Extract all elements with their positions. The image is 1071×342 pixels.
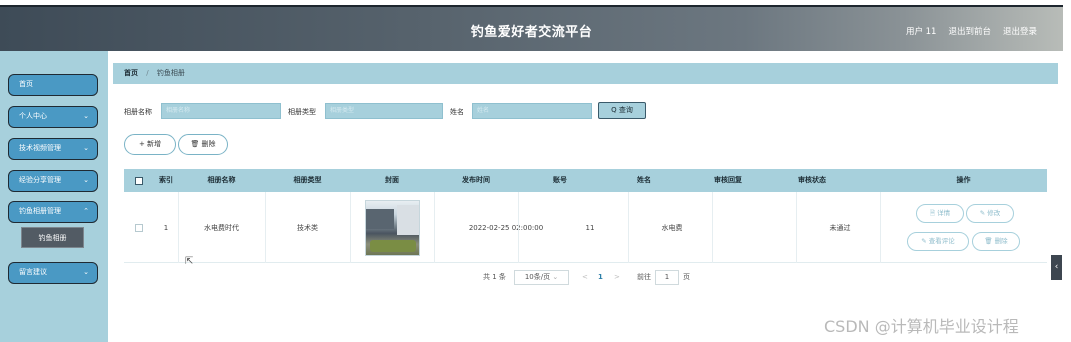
delete-button[interactable]: 🗑 删除 [178, 134, 228, 155]
sidebar-item-label: 经验分享管理 [19, 176, 61, 184]
add-button[interactable]: + 新增 [124, 134, 176, 155]
sidebar-subitem-album[interactable]: 钓鱼相册 [21, 227, 84, 248]
detail-button[interactable]: 🗎 详情 [916, 204, 964, 223]
edit-button[interactable]: ✎ 修改 [966, 204, 1014, 223]
breadcrumb-current: 钓鱼相册 [156, 69, 185, 77]
cell-publish-time: 2022-02-25 02:00:00 [468, 223, 544, 232]
pagination-total: 共 1 条 [483, 273, 506, 281]
cell-album-name: 水电费时代 [204, 223, 239, 232]
checkbox-box [135, 176, 143, 185]
table-header: 索引 相册名称 相册类型 封面 发布时间 账号 姓名 审核回复 审核状态 操作 [124, 169, 1047, 192]
column-divider [265, 192, 266, 263]
prev-page-button[interactable]: < [582, 270, 588, 285]
col-operations: 操作 [956, 176, 971, 184]
sidebar-item-label: 钓鱼相册管理 [19, 207, 61, 215]
sidebar-item-label: 留言建议 [19, 268, 47, 276]
watermark: CSDN @计算机毕业设计程 [824, 317, 1019, 336]
chevron-up-icon: ⌃ [83, 207, 89, 215]
album-type-input[interactable]: 相册类型 [325, 103, 443, 119]
breadcrumb-separator: / [146, 69, 149, 77]
col-cover: 封面 [385, 176, 399, 184]
cell-index: 1 [163, 223, 169, 232]
album-name-label: 相册名称 [124, 108, 152, 116]
goto-page-input[interactable]: 1 [655, 270, 679, 285]
col-album-type: 相册类型 [293, 176, 322, 184]
col-album-name: 相册名称 [207, 176, 236, 184]
chevron-down-icon: ⌄ [83, 144, 89, 152]
sidebar-item-experience[interactable]: 经验分享管理 ⌄ [8, 170, 98, 192]
sidebar: 首页 个人中心 ⌄ 技术视频管理 ⌄ 经验分享管理 ⌄ 钓鱼相册管理 ⌃ 留言建… [0, 51, 108, 342]
column-divider [518, 192, 519, 263]
cell-account: 11 [585, 223, 595, 232]
checkbox-box [135, 223, 143, 232]
page-size-select[interactable]: 10条/页 ⌄ [514, 270, 569, 285]
cell-review-reply [714, 192, 798, 263]
column-divider [628, 192, 629, 263]
row-delete-button[interactable]: 🗑 删除 [972, 232, 1020, 251]
chevron-down-icon: ⌄ [83, 112, 89, 120]
goto-label: 前往 [637, 273, 651, 281]
column-divider [712, 192, 713, 263]
search-bar: 相册名称 相册名称 相册类型 相册类型 姓名 姓名 Q 查询 [124, 102, 724, 119]
top-header: 钓鱼爱好者交流平台 用户 11 退出到前台 退出登录 [0, 5, 1063, 51]
sidebar-item-label: 个人中心 [19, 112, 47, 120]
goto-page-unit: 页 [683, 273, 690, 281]
mouse-cursor-icon: ⇱ [185, 256, 194, 267]
breadcrumb-home[interactable]: 首页 [124, 69, 138, 77]
sidebar-item-feedback[interactable]: 留言建议 ⌄ [8, 262, 98, 284]
cover-image[interactable] [364, 199, 420, 256]
column-divider [350, 192, 351, 263]
column-divider [796, 192, 797, 263]
album-name-input[interactable]: 相册名称 [161, 103, 281, 119]
logout-link[interactable]: 退出登录 [1003, 25, 1037, 37]
col-review-reply: 审核回复 [714, 176, 742, 184]
chevron-down-icon: ⌄ [552, 273, 559, 281]
column-divider [880, 192, 881, 263]
page-number-current[interactable]: 1 [598, 270, 603, 285]
person-name-input[interactable]: 姓名 [472, 103, 592, 119]
cell-review-status: 未通过 [829, 223, 851, 232]
col-index: 索引 [159, 176, 173, 184]
table-row: 1 水电费时代 技术类 2022-02-25 02:00:00 11 水电费 未… [124, 192, 1047, 263]
row-checkbox[interactable] [124, 192, 154, 263]
select-all-checkbox[interactable] [124, 169, 154, 192]
cell-album-type: 技术类 [297, 223, 318, 232]
sidebar-item-label: 技术视频管理 [19, 144, 61, 152]
col-review-status: 审核状态 [798, 176, 826, 184]
cover-building-light [396, 204, 419, 235]
breadcrumb: 首页 / 钓鱼相册 [113, 63, 1058, 84]
next-page-button[interactable]: > [614, 270, 620, 285]
sidebar-item-profile[interactable]: 个人中心 ⌄ [8, 106, 98, 128]
app-window: 钓鱼爱好者交流平台 用户 11 退出到前台 退出登录 首页 个人中心 ⌄ 技术视… [0, 0, 1071, 342]
header-user-links: 用户 11 退出到前台 退出登录 [906, 25, 1037, 37]
column-divider [178, 192, 179, 263]
sidebar-item-label: 首页 [19, 80, 33, 88]
col-account: 账号 [553, 176, 567, 184]
query-button[interactable]: Q 查询 [598, 102, 646, 119]
site-title: 钓鱼爱好者交流平台 [470, 25, 593, 40]
user-name[interactable]: 用户 11 [906, 25, 937, 37]
sidebar-item-tech-video[interactable]: 技术视频管理 ⌄ [8, 138, 98, 160]
chevron-down-icon: ⌄ [83, 176, 89, 184]
album-type-label: 相册类型 [288, 108, 316, 116]
collapse-handle[interactable]: ‹ [1051, 255, 1062, 280]
back-to-front-link[interactable]: 退出到前台 [948, 25, 991, 37]
page-size-value: 10条/页 [524, 273, 551, 281]
sidebar-item-home[interactable]: 首页 [8, 74, 98, 96]
sidebar-item-album-manage[interactable]: 钓鱼相册管理 ⌃ [8, 201, 98, 223]
cell-name: 水电费 [661, 223, 683, 232]
view-comments-button[interactable]: ✎ 查看评论 [907, 232, 969, 251]
col-publish-time: 发布时间 [462, 176, 490, 184]
cover-building-dark [365, 208, 394, 229]
chevron-down-icon: ⌄ [83, 268, 89, 276]
col-name: 姓名 [637, 176, 651, 184]
cell-cover [350, 192, 434, 263]
person-name-label: 姓名 [450, 108, 464, 116]
cover-garden [369, 239, 416, 252]
column-divider [434, 192, 435, 263]
